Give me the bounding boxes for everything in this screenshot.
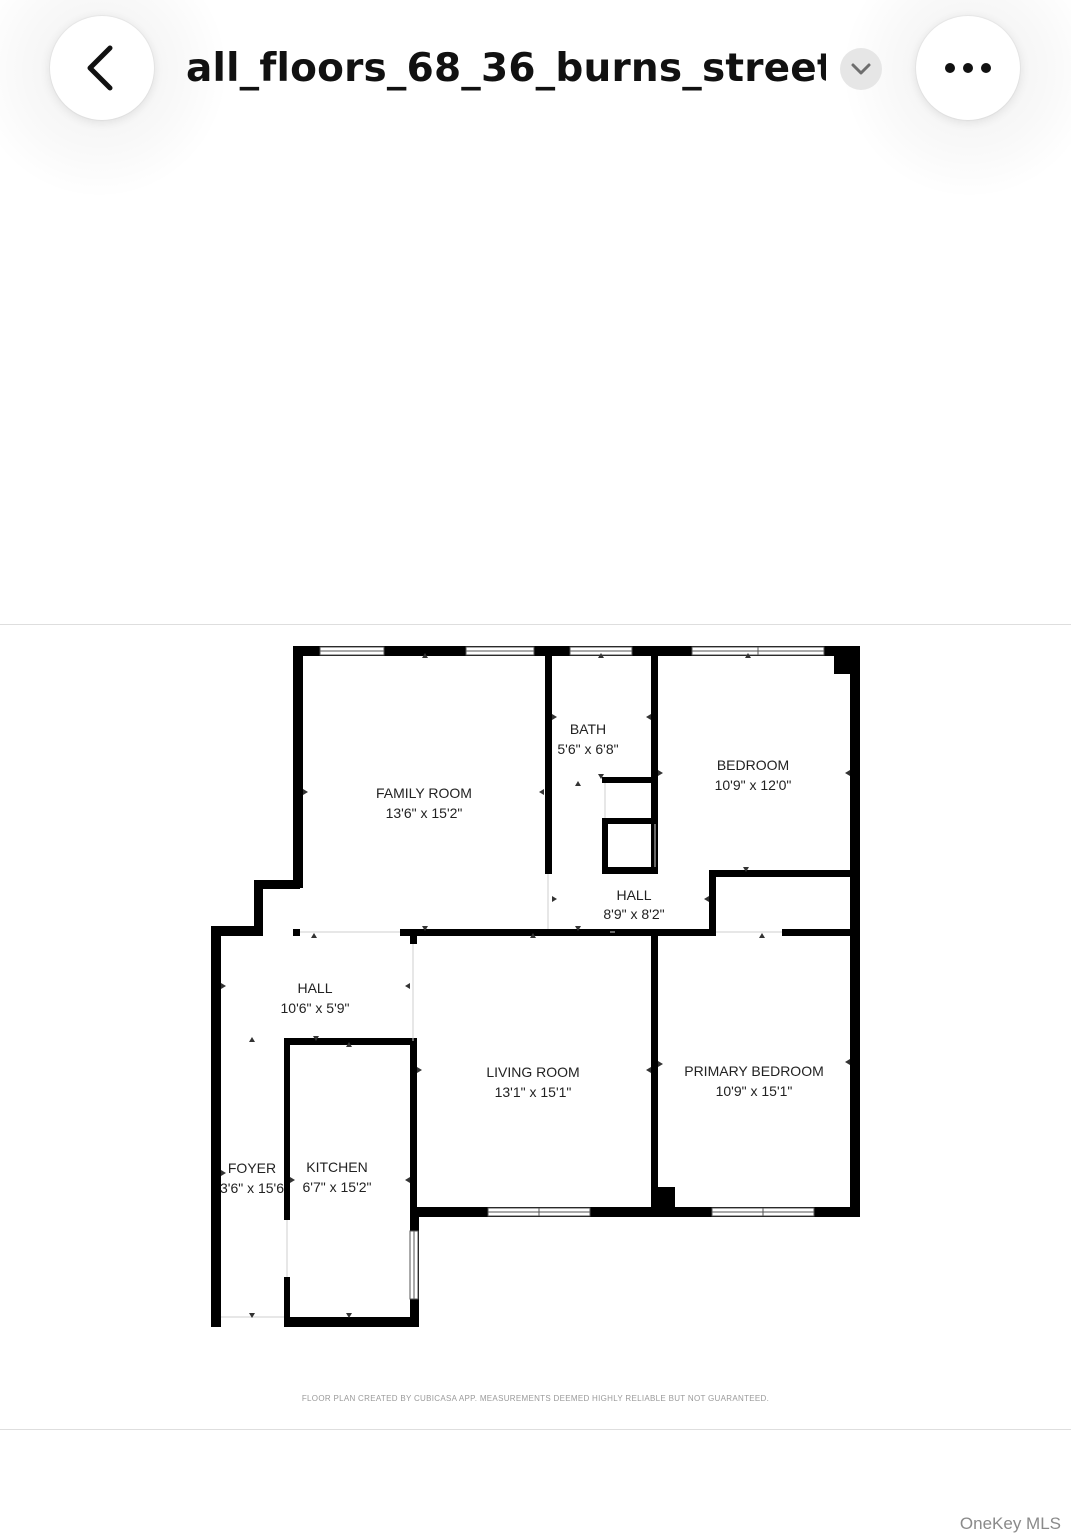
room-size-foyer: 3'6" x 15'6: [220, 1180, 284, 1196]
title-dropdown-button[interactable]: [840, 48, 882, 90]
room-name-living-room: LIVING ROOM: [486, 1064, 579, 1080]
back-button[interactable]: [50, 16, 154, 120]
room-size-primary-bedroom: 10'9" x 15'1": [716, 1083, 793, 1099]
room-size-family-room: 13'6" x 15'2": [386, 805, 463, 821]
chevron-left-icon: [87, 45, 113, 91]
room-name-kitchen: KITCHEN: [306, 1159, 367, 1175]
top-bar: all_floors_68_36_burns_street...: [0, 0, 1071, 200]
floor-plan-disclaimer: FLOOR PLAN CREATED BY CUBICASA APP. MEAS…: [301, 1394, 770, 1403]
room-name-bath: BATH: [570, 721, 606, 737]
room-name-bedroom: BEDROOM: [717, 757, 789, 773]
image-viewer[interactable]: FAMILY ROOM 13'6" x 15'2" BATH 5'6" x 6'…: [0, 624, 1071, 1430]
room-size-hall-center: 8'9" x 8'2": [603, 906, 664, 922]
more-button[interactable]: [916, 16, 1020, 120]
room-size-living-room: 13'1" x 15'1": [495, 1084, 572, 1100]
floor-plan-openings: [221, 783, 782, 1318]
file-title[interactable]: all_floors_68_36_burns_street...: [186, 40, 826, 98]
room-name-hall-center: HALL: [616, 887, 651, 903]
room-name-hall-left: HALL: [297, 980, 332, 996]
mls-watermark: OneKey MLS: [959, 1514, 1061, 1533]
room-size-hall-left: 10'6" x 5'9": [281, 1000, 350, 1016]
room-name-foyer: FOYER: [228, 1160, 276, 1176]
room-name-primary-bedroom: PRIMARY BEDROOM: [684, 1063, 824, 1079]
room-size-kitchen: 6'7" x 15'2": [303, 1179, 372, 1195]
room-labels: FAMILY ROOM 13'6" x 15'2" BATH 5'6" x 6'…: [220, 721, 824, 1196]
room-size-bedroom: 10'9" x 12'0": [715, 777, 792, 793]
more-horizontal-icon: [945, 63, 991, 73]
chevron-down-icon: [851, 63, 871, 75]
room-name-family-room: FAMILY ROOM: [376, 785, 472, 801]
floor-plan: FAMILY ROOM 13'6" x 15'2" BATH 5'6" x 6'…: [211, 646, 860, 1327]
room-size-bath: 5'6" x 6'8": [557, 741, 618, 757]
